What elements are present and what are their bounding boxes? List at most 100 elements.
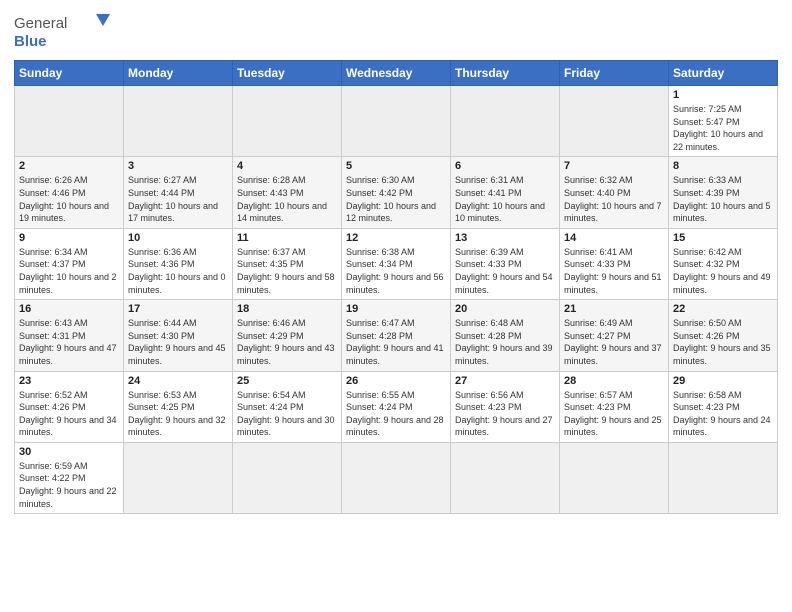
day-info: Sunrise: 6:42 AMSunset: 4:32 PMDaylight:… <box>673 246 773 296</box>
calendar-cell: 19 Sunrise: 6:47 AMSunset: 4:28 PMDayligh… <box>342 300 451 371</box>
day-number: 14 <box>564 232 664 244</box>
calendar-cell: 14 Sunrise: 6:41 AMSunset: 4:33 PMDayligh… <box>560 228 669 299</box>
day-number: 4 <box>237 160 337 172</box>
calendar-cell <box>233 86 342 157</box>
day-number: 20 <box>455 303 555 315</box>
day-number: 26 <box>346 375 446 387</box>
day-info: Sunrise: 6:57 AMSunset: 4:23 PMDaylight:… <box>564 389 664 439</box>
svg-text:General: General <box>14 15 67 32</box>
day-number: 28 <box>564 375 664 387</box>
calendar-cell: 26Sunrise: 6:55 AMSunset: 4:24 PMDayligh… <box>342 371 451 442</box>
day-info: Sunrise: 6:27 AMSunset: 4:44 PMDaylight:… <box>128 174 228 224</box>
day-number: 3 <box>128 160 228 172</box>
calendar-cell: 8 Sunrise: 6:33 AMSunset: 4:39 PMDaylight… <box>669 157 778 228</box>
day-number: 6 <box>455 160 555 172</box>
calendar-cell: 15 Sunrise: 6:42 AMSunset: 4:32 PMDayligh… <box>669 228 778 299</box>
calendar-cell: 12 Sunrise: 6:38 AMSunset: 4:34 PMDayligh… <box>342 228 451 299</box>
day-number: 5 <box>346 160 446 172</box>
calendar-cell: 3 Sunrise: 6:27 AMSunset: 4:44 PMDaylight… <box>124 157 233 228</box>
day-info: Sunrise: 6:49 AMSunset: 4:27 PMDaylight:… <box>564 317 664 367</box>
col-header-thursday: Thursday <box>451 61 560 86</box>
col-header-monday: Monday <box>124 61 233 86</box>
day-info: Sunrise: 6:58 AMSunset: 4:23 PMDaylight:… <box>673 389 773 439</box>
calendar-cell <box>560 86 669 157</box>
calendar-cell <box>451 86 560 157</box>
day-info: Sunrise: 6:36 AMSunset: 4:36 PMDaylight:… <box>128 246 228 296</box>
header: General Blue <box>14 10 778 54</box>
day-number: 15 <box>673 232 773 244</box>
day-number: 18 <box>237 303 337 315</box>
calendar-cell: 28 Sunrise: 6:57 AMSunset: 4:23 PMDayligh… <box>560 371 669 442</box>
day-number: 12 <box>346 232 446 244</box>
day-number: 30 <box>19 446 119 458</box>
day-info: Sunrise: 6:48 AMSunset: 4:28 PMDaylight:… <box>455 317 555 367</box>
calendar-cell: 5 Sunrise: 6:30 AMSunset: 4:42 PMDaylight… <box>342 157 451 228</box>
day-number: 25 <box>237 375 337 387</box>
day-info: Sunrise: 6:30 AMSunset: 4:42 PMDaylight:… <box>346 174 446 224</box>
calendar-cell: 2Sunrise: 6:26 AMSunset: 4:46 PMDaylight… <box>15 157 124 228</box>
col-header-wednesday: Wednesday <box>342 61 451 86</box>
day-info: Sunrise: 6:32 AMSunset: 4:40 PMDaylight:… <box>564 174 664 224</box>
calendar-cell: 9 Sunrise: 6:34 AMSunset: 4:37 PMDaylight… <box>15 228 124 299</box>
day-number: 17 <box>128 303 228 315</box>
day-info: Sunrise: 6:52 AMSunset: 4:26 PMDaylight:… <box>19 389 119 439</box>
day-info: Sunrise: 6:59 AMSunset: 4:22 PMDaylight:… <box>19 460 119 510</box>
day-info: Sunrise: 6:28 AMSunset: 4:43 PMDaylight:… <box>237 174 337 224</box>
day-number: 21 <box>564 303 664 315</box>
calendar-cell: 4 Sunrise: 6:28 AMSunset: 4:43 PMDaylight… <box>233 157 342 228</box>
day-info: Sunrise: 6:56 AMSunset: 4:23 PMDaylight:… <box>455 389 555 439</box>
day-number: 13 <box>455 232 555 244</box>
day-info: Sunrise: 6:33 AMSunset: 4:39 PMDaylight:… <box>673 174 773 224</box>
day-info: Sunrise: 6:34 AMSunset: 4:37 PMDaylight:… <box>19 246 119 296</box>
calendar-cell: 10 Sunrise: 6:36 AMSunset: 4:36 PMDayligh… <box>124 228 233 299</box>
day-info: Sunrise: 7:25 AMSunset: 5:47 PMDaylight:… <box>673 103 773 153</box>
day-number: 7 <box>564 160 664 172</box>
calendar-cell: 21 Sunrise: 6:49 AMSunset: 4:27 PMDayligh… <box>560 300 669 371</box>
day-info: Sunrise: 6:54 AMSunset: 4:24 PMDaylight:… <box>237 389 337 439</box>
calendar-cell: 22Sunrise: 6:50 AMSunset: 4:26 PMDayligh… <box>669 300 778 371</box>
day-number: 16 <box>19 303 119 315</box>
day-number: 9 <box>19 232 119 244</box>
calendar-cell <box>560 442 669 513</box>
day-info: Sunrise: 6:44 AMSunset: 4:30 PMDaylight:… <box>128 317 228 367</box>
calendar-cell: 11Sunrise: 6:37 AMSunset: 4:35 PMDayligh… <box>233 228 342 299</box>
day-info: Sunrise: 6:39 AMSunset: 4:33 PMDaylight:… <box>455 246 555 296</box>
day-number: 22 <box>673 303 773 315</box>
calendar-cell: 16 Sunrise: 6:43 AMSunset: 4:31 PMDayligh… <box>15 300 124 371</box>
day-number: 11 <box>237 232 337 244</box>
calendar-cell: 6 Sunrise: 6:31 AMSunset: 4:41 PMDaylight… <box>451 157 560 228</box>
day-info: Sunrise: 6:43 AMSunset: 4:31 PMDaylight:… <box>19 317 119 367</box>
day-info: Sunrise: 6:31 AMSunset: 4:41 PMDaylight:… <box>455 174 555 224</box>
day-info: Sunrise: 6:38 AMSunset: 4:34 PMDaylight:… <box>346 246 446 296</box>
day-info: Sunrise: 6:47 AMSunset: 4:28 PMDaylight:… <box>346 317 446 367</box>
day-number: 10 <box>128 232 228 244</box>
calendar-cell <box>342 86 451 157</box>
calendar-cell: 7 Sunrise: 6:32 AMSunset: 4:40 PMDaylight… <box>560 157 669 228</box>
logo-svg: General Blue <box>14 10 114 54</box>
calendar-cell: 23 Sunrise: 6:52 AMSunset: 4:26 PMDayligh… <box>15 371 124 442</box>
calendar-cell: 25 Sunrise: 6:54 AMSunset: 4:24 PMDayligh… <box>233 371 342 442</box>
calendar-cell <box>233 442 342 513</box>
calendar-cell: 30 Sunrise: 6:59 AMSunset: 4:22 PMDayligh… <box>15 442 124 513</box>
day-number: 24 <box>128 375 228 387</box>
day-number: 23 <box>19 375 119 387</box>
calendar-cell <box>342 442 451 513</box>
calendar-cell <box>124 86 233 157</box>
calendar-cell <box>451 442 560 513</box>
day-info: Sunrise: 6:41 AMSunset: 4:33 PMDaylight:… <box>564 246 664 296</box>
calendar-cell: 24Sunrise: 6:53 AMSunset: 4:25 PMDayligh… <box>124 371 233 442</box>
calendar-cell <box>124 442 233 513</box>
col-header-saturday: Saturday <box>669 61 778 86</box>
calendar-cell: 29Sunrise: 6:58 AMSunset: 4:23 PMDayligh… <box>669 371 778 442</box>
svg-text:Blue: Blue <box>14 33 47 50</box>
day-number: 19 <box>346 303 446 315</box>
calendar-cell <box>669 442 778 513</box>
calendar-cell: 20 Sunrise: 6:48 AMSunset: 4:28 PMDayligh… <box>451 300 560 371</box>
day-number: 8 <box>673 160 773 172</box>
logo: General Blue <box>14 10 114 54</box>
calendar-cell: 18Sunrise: 6:46 AMSunset: 4:29 PMDayligh… <box>233 300 342 371</box>
calendar-cell: 27Sunrise: 6:56 AMSunset: 4:23 PMDayligh… <box>451 371 560 442</box>
day-info: Sunrise: 6:26 AMSunset: 4:46 PMDaylight:… <box>19 174 119 224</box>
col-header-tuesday: Tuesday <box>233 61 342 86</box>
calendar-cell: 13 Sunrise: 6:39 AMSunset: 4:33 PMDayligh… <box>451 228 560 299</box>
